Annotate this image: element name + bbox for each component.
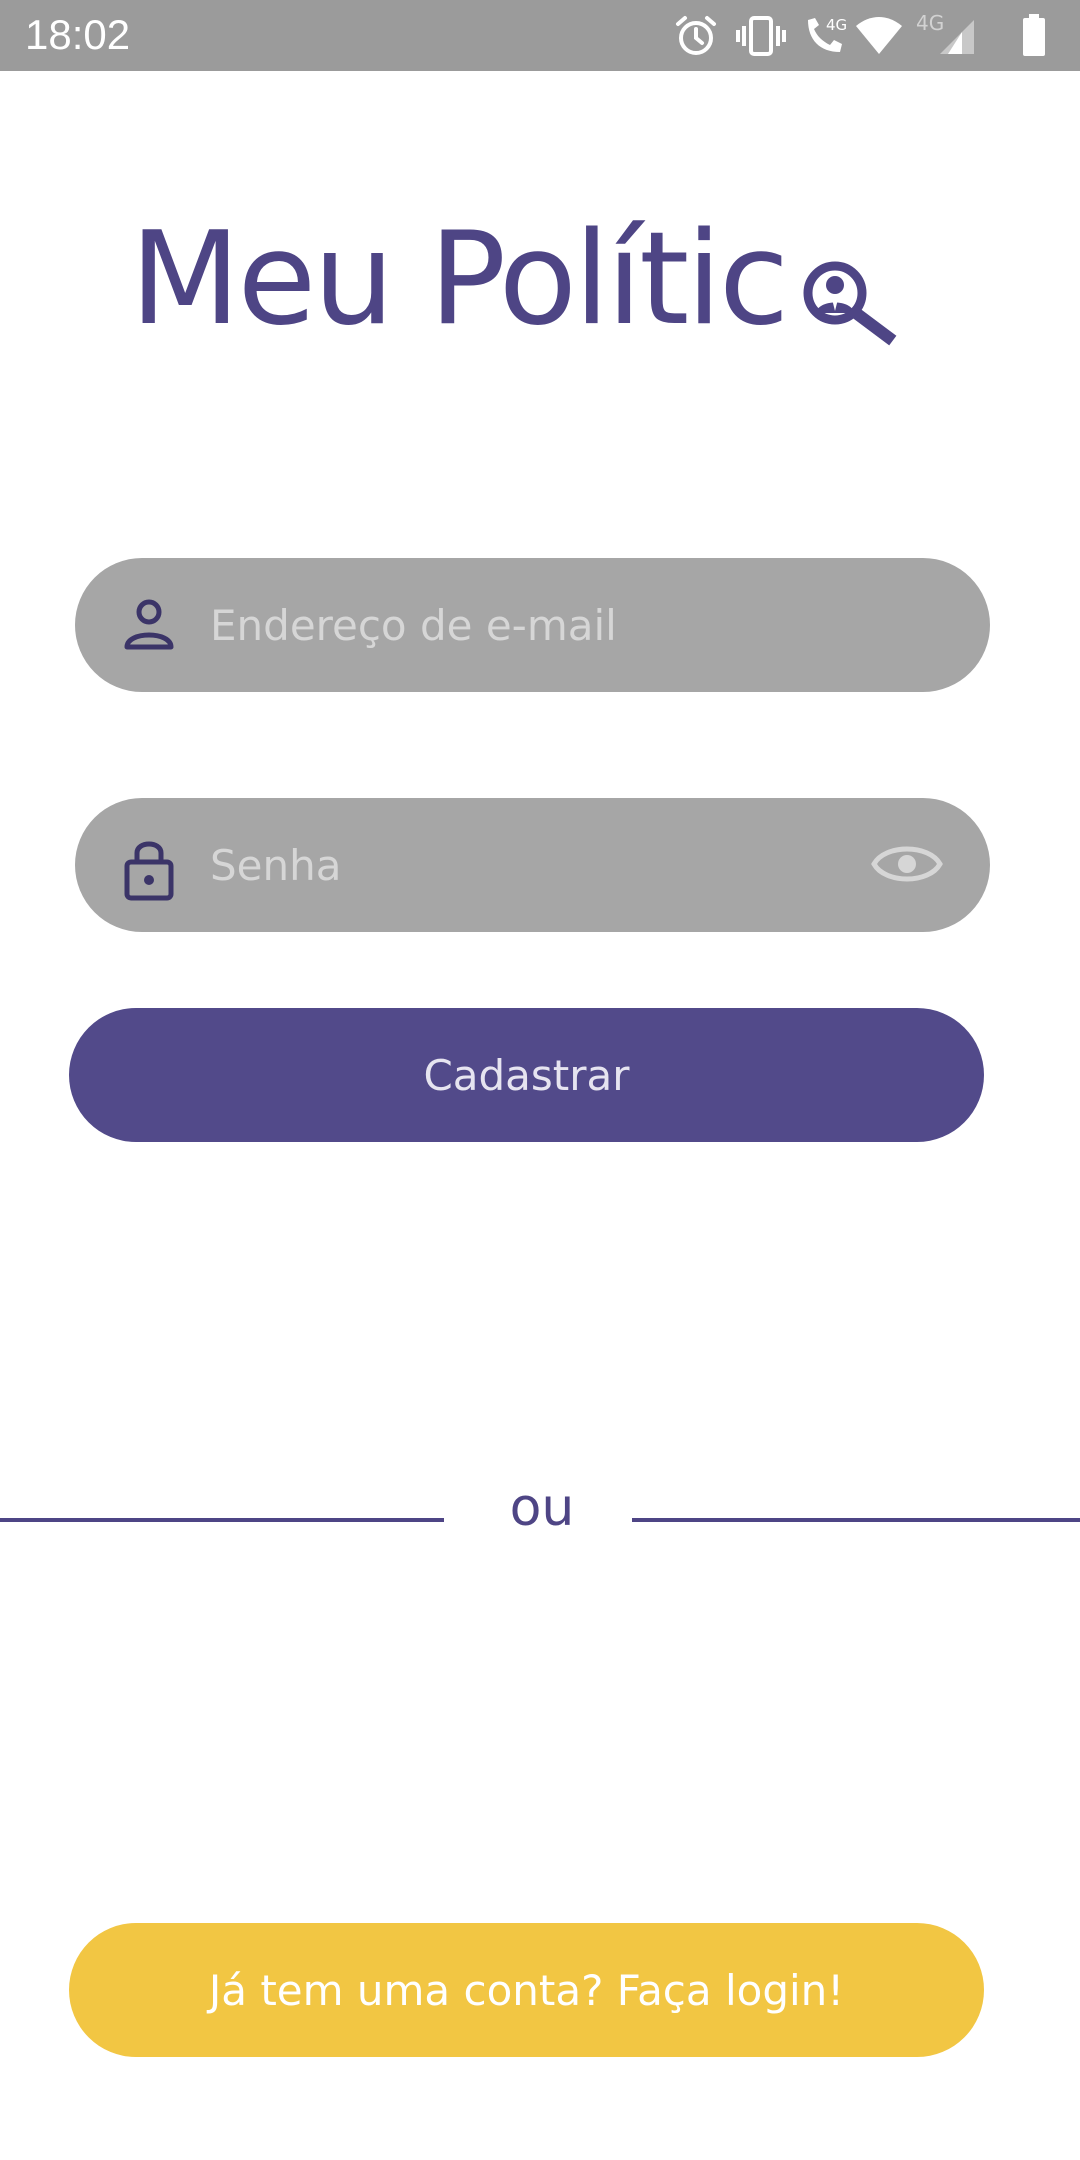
divider-line-left: [0, 1518, 444, 1522]
register-button-label: Cadastrar: [423, 1050, 630, 1100]
magnifier-politician-icon: [803, 261, 897, 346]
show-password-eye-icon[interactable]: [871, 838, 943, 890]
battery-icon: [1023, 14, 1045, 56]
app-logo: Meu Polític: [130, 205, 930, 375]
divider-line-right: [632, 1518, 1080, 1522]
password-input[interactable]: [210, 798, 870, 932]
logo-text: Meu Polític: [130, 205, 789, 354]
vibrate-icon: [736, 16, 786, 56]
alarm-icon: [676, 16, 716, 55]
status-bar: 18:02 4G 4G: [0, 0, 1080, 71]
call-4g-label: 4G: [826, 16, 847, 34]
divider-label: ou: [509, 1478, 575, 1538]
cell-signal-icon: 4G: [916, 14, 974, 54]
volte-call-icon: 4G: [808, 16, 847, 52]
login-button[interactable]: Já tem uma conta? Faça login!: [69, 1923, 984, 2057]
status-time: 18:02: [25, 11, 131, 58]
wifi-icon: [856, 17, 902, 54]
password-field[interactable]: [75, 798, 990, 932]
email-field[interactable]: [75, 558, 990, 692]
email-input[interactable]: [210, 558, 870, 692]
status-icons: 4G 4G: [670, 14, 1070, 58]
register-button[interactable]: Cadastrar: [69, 1008, 984, 1142]
lock-icon: [124, 841, 174, 901]
user-icon: [124, 599, 174, 650]
signal-4g-label: 4G: [916, 14, 944, 35]
login-button-label: Já tem uma conta? Faça login!: [208, 1965, 845, 2015]
